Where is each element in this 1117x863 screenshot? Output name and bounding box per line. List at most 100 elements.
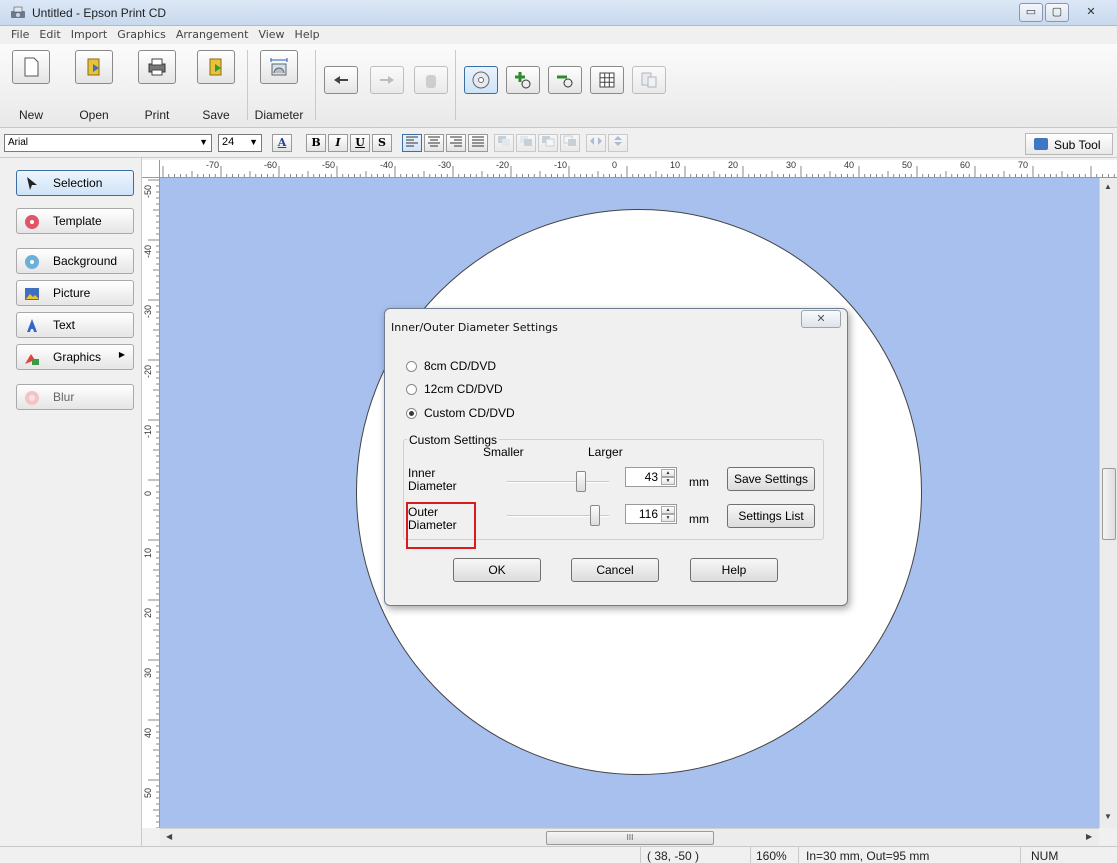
open-button[interactable] [75,50,113,84]
template-button[interactable]: Template [16,208,134,234]
status-separator [798,847,799,863]
grid-button[interactable] [590,66,624,94]
font-color-button[interactable]: A [272,134,292,152]
italic-button[interactable]: I [328,134,348,152]
stepper-down-icon[interactable]: ▼ [661,477,675,485]
status-separator [640,847,641,863]
print-button[interactable] [138,50,176,84]
close-button[interactable]: ✕ [1071,3,1111,22]
zoom-out-button[interactable] [548,66,582,94]
radio-label: 12cm CD/DVD [424,382,503,396]
bold-button[interactable]: B [306,134,326,152]
diameter-button[interactable] [260,50,298,84]
background-button[interactable]: Background [16,248,134,274]
menu-import[interactable]: Import [66,26,113,44]
layout-button[interactable] [632,66,666,94]
redo-button[interactable] [370,66,404,94]
horizontal-scroll-thumb[interactable]: III [546,831,714,845]
justify-button[interactable] [468,134,488,152]
slider-thumb[interactable] [576,471,586,492]
radio-indicator-selected[interactable] [406,407,417,419]
radio-label: Custom CD/DVD [424,406,515,420]
bring-forward-button[interactable] [516,134,536,152]
radio-8cm[interactable]: 8cm CD/DVD [406,359,496,373]
status-separator [750,847,751,863]
open-label: Open [79,108,109,122]
selection-button[interactable]: Selection [16,170,134,196]
stepper-up-icon[interactable]: ▲ [661,506,675,514]
ruler-label: 50 [902,160,913,170]
sub-tool-button[interactable]: Sub Tool [1025,133,1113,155]
outer-diameter-value: 116 [638,507,658,521]
ruler-label: -10 [143,424,153,438]
settings-list-button[interactable]: Settings List [727,504,815,528]
trash-icon [426,75,436,88]
scroll-left-arrow-icon[interactable]: ◀ [166,832,172,841]
outer-diameter-slider[interactable] [507,504,609,528]
cancel-button[interactable]: Cancel [571,558,659,582]
align-left-button[interactable] [402,134,422,152]
flip-vertical-button[interactable] [608,134,628,152]
text-button[interactable]: Text [16,312,134,338]
picture-button[interactable]: Picture [16,280,134,306]
menu-arrangement[interactable]: Arrangement [171,26,254,44]
radio-custom[interactable]: Custom CD/DVD [406,406,515,420]
help-button[interactable]: Help [690,558,778,582]
ruler-corner [142,160,160,178]
blur-button[interactable]: Blur [16,384,134,410]
save-settings-button[interactable]: Save Settings [727,467,815,491]
chevron-right-icon: ▶ [118,350,125,359]
underline-button[interactable]: U [350,134,370,152]
minimize-button[interactable]: ▭ [1019,3,1043,22]
slider-thumb[interactable] [590,505,600,526]
new-button[interactable] [12,50,50,84]
menu-file[interactable]: File [6,26,34,44]
picture-icon [25,288,39,300]
align-center-icon [428,136,440,147]
save-button[interactable] [197,50,235,84]
menu-view[interactable]: View [253,26,289,44]
window-title: Untitled - Epson Print CD [32,6,167,20]
ruler-label: -60 [264,160,278,170]
align-center-button[interactable] [424,134,444,152]
redo-arrow-icon [380,76,394,84]
radio-12cm[interactable]: 12cm CD/DVD [406,382,503,396]
send-back-button[interactable] [560,134,580,152]
menu-help[interactable]: Help [290,26,325,44]
graphics-label: Graphics [53,350,102,364]
align-right-button[interactable] [446,134,466,152]
font-size-select[interactable]: 24 ▼ [218,134,262,152]
stepper-down-icon[interactable]: ▼ [661,514,675,522]
scroll-up-arrow-icon[interactable]: ▲ [1104,182,1112,191]
inner-diameter-stepper[interactable]: 43 ▲ ▼ [625,467,677,487]
maximize-button[interactable]: ▢ [1045,3,1069,22]
inner-diameter-slider[interactable] [507,470,609,494]
ok-button[interactable]: OK [453,558,541,582]
delete-button[interactable] [414,66,448,94]
scroll-down-arrow-icon[interactable]: ▼ [1104,812,1112,821]
menu-edit[interactable]: Edit [34,26,65,44]
scroll-right-arrow-icon[interactable]: ▶ [1086,832,1092,841]
zoom-in-button[interactable] [506,66,540,94]
num-lock-indicator: NUM [1031,849,1059,863]
undo-button[interactable] [324,66,358,94]
menu-graphics[interactable]: Graphics [112,26,171,44]
bring-front-button[interactable] [494,134,514,152]
outer-diameter-stepper[interactable]: 116 ▲ ▼ [625,504,677,524]
horizontal-scrollbar[interactable]: ◀ III ▶ [160,828,1099,846]
font-select[interactable]: Arial ▼ [4,134,212,152]
cd-view-button[interactable] [464,66,498,94]
vertical-scroll-thumb[interactable] [1102,468,1116,540]
send-backward-button[interactable] [538,134,558,152]
zoom-in-icon [515,72,531,89]
shadow-button[interactable]: S [372,134,392,152]
vertical-scrollbar[interactable]: ▲ ▼ [1099,178,1117,828]
dialog-close-button[interactable]: ✕ [801,310,841,328]
stepper-up-icon[interactable]: ▲ [661,469,675,477]
radio-indicator[interactable] [406,383,417,395]
toolbar-separator [315,50,316,120]
graphics-button[interactable]: Graphics ▶ [16,344,134,370]
flip-horizontal-button[interactable] [586,134,606,152]
dialog-title: Inner/Outer Diameter Settings [391,321,558,334]
radio-indicator[interactable] [406,360,417,372]
